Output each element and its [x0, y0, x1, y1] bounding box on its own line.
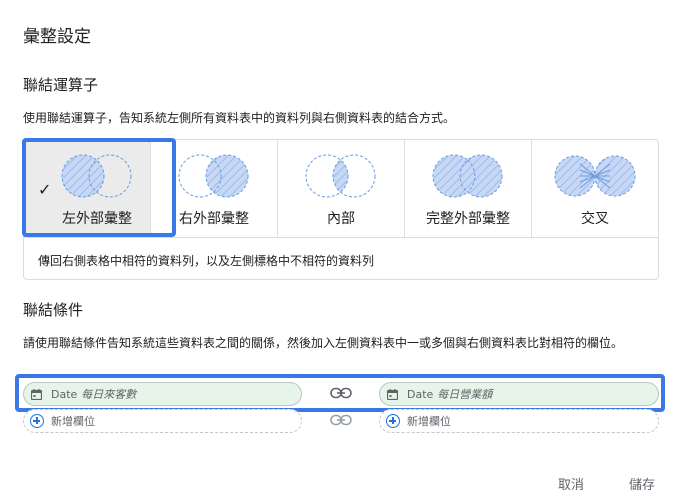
join-option-cross[interactable]: 交叉 [532, 140, 658, 237]
join-option-label: 交叉 [581, 211, 609, 227]
field-name: 每日來客數 [81, 388, 137, 401]
join-option-label: 完整外部彙整 [426, 211, 510, 227]
add-circle-icon [30, 414, 44, 428]
dialog-title: 彙整設定 [23, 27, 91, 47]
save-button[interactable]: 儲存 [629, 474, 655, 493]
venn-right-outer-icon [178, 154, 249, 198]
check-icon: ✓ [38, 180, 52, 199]
join-option-inner[interactable]: 內部 [278, 140, 405, 237]
add-field-label: 新增欄位 [51, 415, 95, 428]
venn-left-outer-icon [61, 154, 132, 198]
cancel-button[interactable]: 取消 [558, 474, 584, 493]
left-join-field[interactable]: Date 每日來客數 [23, 382, 302, 406]
field-type: Date [51, 387, 78, 401]
venn-full-outer-icon [432, 154, 503, 198]
venn-cross-icon [554, 155, 636, 197]
field-name: 每日營業額 [437, 388, 493, 401]
join-option-full-outer[interactable]: 完整外部彙整 [405, 140, 532, 237]
calendar-icon [31, 388, 42, 400]
join-operator-description: 使用聯結運算子，告知系統左側所有資料表中的資料列與右側資料表的結合方式。 [23, 111, 456, 125]
join-operator-card: ✓ 左外部彙整 右外部彙整 內部 完整外部彙整 交叉 傳回右側表格中相符的資料列… [23, 139, 659, 280]
link-icon [330, 387, 352, 399]
join-operator-selected-description: 傳回右側表格中相符的資料列，以及左側標格中不相符的資料列 [38, 254, 375, 268]
join-option-label: 內部 [327, 211, 355, 227]
join-option-left-outer[interactable]: ✓ 左外部彙整 [24, 140, 151, 237]
join-conditions-description: 請使用聯結條件告知系統這些資料表之間的關係，然後加入左側資料表中一或多個與右側資… [23, 336, 624, 350]
join-operator-heading: 聯結運算子 [23, 76, 99, 94]
join-option-label: 右外部彙整 [179, 211, 249, 227]
add-circle-icon [386, 414, 400, 428]
venn-inner-icon [305, 154, 376, 198]
right-join-field[interactable]: Date 每日營業額 [379, 382, 659, 406]
add-right-field-button[interactable]: 新增欄位 [379, 409, 659, 433]
join-option-label: 左外部彙整 [62, 211, 132, 227]
join-conditions-heading: 聯結條件 [23, 301, 84, 319]
link-icon [330, 414, 352, 426]
join-option-right-outer[interactable]: 右外部彙整 [151, 140, 278, 237]
add-left-field-button[interactable]: 新增欄位 [23, 409, 302, 433]
add-field-label: 新增欄位 [407, 415, 451, 428]
join-operator-options: ✓ 左外部彙整 右外部彙整 內部 完整外部彙整 交叉 [24, 140, 658, 238]
field-type: Date [407, 387, 434, 401]
calendar-icon [387, 388, 398, 400]
